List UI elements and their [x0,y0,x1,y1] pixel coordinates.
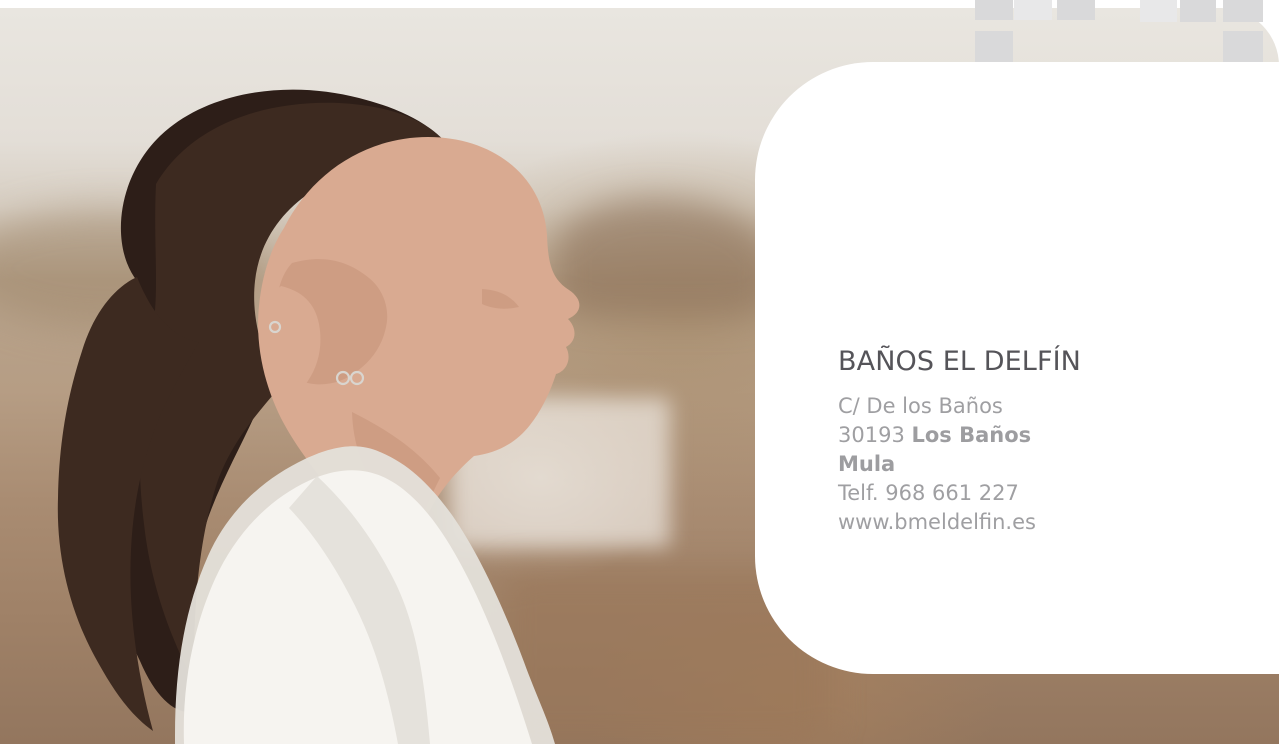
town: Mula [838,452,896,476]
street-address: C/ De los Baños [838,394,1003,418]
decorative-square [975,0,1013,20]
locality: Los Baños [911,423,1032,447]
decorative-square [1223,0,1263,22]
postal-line: 30193 Los Baños [838,421,1168,450]
website-link[interactable]: www.bmeldelfin.es [838,508,1168,537]
decorative-square [1057,0,1095,20]
decorative-square [1140,0,1177,22]
page-canvas: BAÑOS EL DELFÍN C/ De los Baños 30193 Lo… [0,0,1279,744]
contact-details: C/ De los Baños 30193 Los Baños Mula Tel… [838,392,1168,537]
town-line: Mula [838,450,1168,479]
decorative-square [1014,0,1052,20]
business-name: BAÑOS EL DELFÍN [838,346,1081,377]
phone-number: Telf. 968 661 227 [838,481,1019,505]
decorative-square [1180,0,1216,22]
postal-code: 30193 [838,423,905,447]
